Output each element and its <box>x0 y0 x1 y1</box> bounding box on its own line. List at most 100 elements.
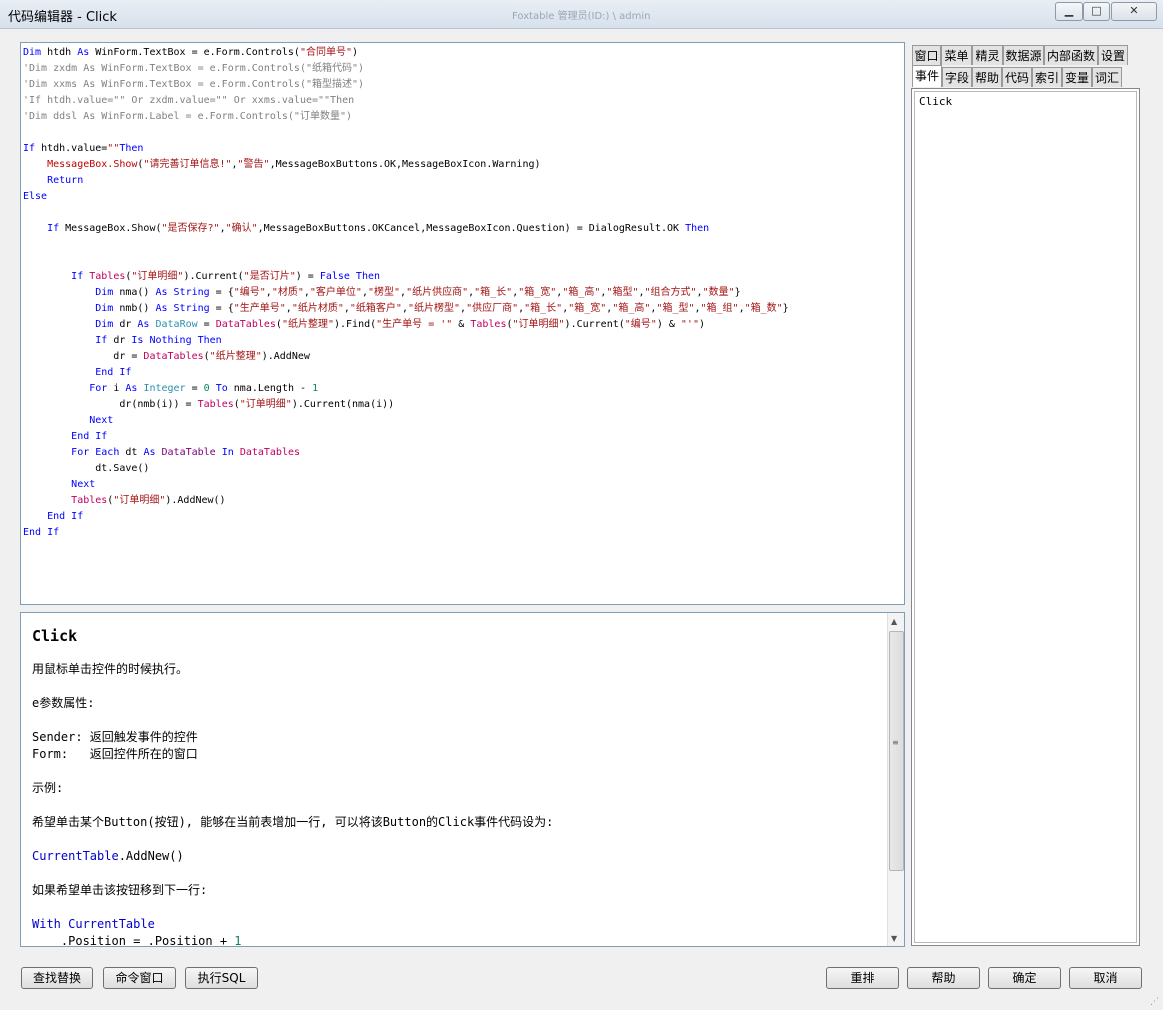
tab-row2-1[interactable]: 字段 <box>942 67 972 87</box>
code-editor[interactable]: Dim htdh As WinForm.TextBox = e.Form.Con… <box>20 42 905 605</box>
code-line[interactable]: Return <box>23 173 904 189</box>
code-line[interactable]: End If <box>23 525 904 541</box>
code-line[interactable]: dr = DataTables("纸片整理").AddNew <box>23 349 904 365</box>
code-line[interactable]: Dim nmb() As String = {"生产单号","纸片材质","纸箱… <box>23 301 904 317</box>
code-line[interactable]: Next <box>23 477 904 493</box>
code-token: "订单明细" <box>131 271 184 282</box>
scroll-thumb[interactable] <box>889 631 904 871</box>
code-line[interactable]: MessageBox.Show("请完善订单信息!","警告",MessageB… <box>23 157 904 173</box>
code-token: "箱_宽" <box>568 303 607 314</box>
tab-row2-6[interactable]: 词汇 <box>1092 67 1122 87</box>
command-window-button[interactable]: 命令窗口 <box>103 967 176 989</box>
help-line-rest: .AddNew() <box>118 849 184 863</box>
code-token: DataTable <box>161 447 216 458</box>
code-line[interactable]: 'If htdh.value="" Or zxdm.value="" Or xx… <box>23 93 904 109</box>
code-token: End If <box>23 527 60 538</box>
code-token: ).AddNew <box>261 351 310 362</box>
code-line[interactable]: 'Dim ddsl As WinForm.Label = e.Form.Cont… <box>23 109 904 125</box>
code-token: "纸片供应商" <box>406 287 469 298</box>
scroll-up-icon[interactable]: ▲ <box>891 617 897 626</box>
code-line[interactable]: End If <box>23 365 904 381</box>
code-line[interactable]: Tables("订单明细").AddNew() <box>23 493 904 509</box>
find-replace-button[interactable]: 查找替换 <box>21 967 93 989</box>
code-line[interactable] <box>23 205 904 221</box>
tab-row2-5[interactable]: 变量 <box>1062 67 1092 87</box>
scroll-down-icon[interactable]: ▼ <box>891 934 897 943</box>
help-line: 如果希望单击该按钮移到下一行: <box>32 882 882 899</box>
code-token: "请完善订单信息!" <box>143 159 232 170</box>
code-line[interactable] <box>23 237 904 253</box>
code-token: = { <box>209 287 234 298</box>
code-token: ) <box>698 319 705 330</box>
code-line[interactable]: 'Dim xxms As WinForm.TextBox = e.Form.Co… <box>23 77 904 93</box>
code-line[interactable]: If htdh.value=""Then <box>23 141 904 157</box>
help-line-text: Sender: 返回触发事件的控件 <box>32 730 198 744</box>
code-line[interactable]: Next <box>23 413 904 429</box>
code-token: "纸片楞型" <box>407 303 461 314</box>
code-line[interactable]: If Tables("订单明细").Current("是否订片") = Fals… <box>23 269 904 285</box>
code-token: } <box>734 287 741 298</box>
code-token: "订单明细" <box>512 319 565 330</box>
tab-row2-3[interactable]: 代码 <box>1002 67 1032 87</box>
code-line[interactable]: dt.Save() <box>23 461 904 477</box>
tab-row2-0[interactable]: 事件 <box>912 65 942 87</box>
maximize-button[interactable]: □ <box>1083 2 1110 21</box>
code-line[interactable]: Dim htdh As WinForm.TextBox = e.Form.Con… <box>23 45 904 61</box>
ok-button[interactable]: 确定 <box>988 967 1061 989</box>
code-token: "编号" <box>624 319 657 330</box>
close-button[interactable]: ✕ <box>1111 2 1157 21</box>
code-line[interactable]: Else <box>23 189 904 205</box>
help-line-text: CurrentTable <box>32 849 119 863</box>
code-token: As <box>77 47 90 58</box>
code-token: dr <box>107 335 132 346</box>
code-line[interactable]: End If <box>23 429 904 445</box>
help-line-text: With CurrentTable <box>32 917 155 931</box>
code-token: htdh.value= <box>35 143 108 154</box>
tab-row1-1[interactable]: 菜单 <box>941 45 972 65</box>
code-line[interactable]: For Each dt As DataTable In DataTables <box>23 445 904 461</box>
help-line-number: 1 <box>234 934 242 947</box>
code-token: Dim <box>23 47 42 58</box>
title-bar[interactable]: 代码编辑器 - Click Foxtable 管理员(ID:) \ admin … <box>0 0 1163 29</box>
code-token: In <box>221 447 234 458</box>
code-token: ).AddNew() <box>165 495 226 506</box>
resize-grip-icon[interactable]: ⋰ <box>1150 997 1159 1007</box>
code-token: dr = <box>23 351 144 362</box>
code-line[interactable]: Dim nma() As String = {"编号","材质","客户单位",… <box>23 285 904 301</box>
code-line[interactable]: End If <box>23 509 904 525</box>
cancel-button[interactable]: 取消 <box>1069 967 1142 989</box>
tab-row1-5[interactable]: 设置 <box>1098 45 1128 65</box>
code-line[interactable]: 'Dim zxdm As WinForm.TextBox = e.Form.Co… <box>23 61 904 77</box>
code-line[interactable] <box>23 125 904 141</box>
tab-row1-3[interactable]: 数据源 <box>1003 45 1044 65</box>
help-button[interactable]: 帮助 <box>907 967 980 989</box>
tab-row2-2[interactable]: 帮助 <box>972 67 1002 87</box>
code-line[interactable]: Dim dr As DataRow = DataTables("纸片整理").F… <box>23 317 904 333</box>
tab-row2-4[interactable]: 索引 <box>1032 67 1062 87</box>
code-line[interactable]: If MessageBox.Show("是否保存?","确认",MessageB… <box>23 221 904 237</box>
tab-row1-4[interactable]: 内部函数 <box>1044 45 1098 65</box>
code-token: dt <box>119 447 144 458</box>
code-line[interactable]: dr(nmb(i)) = Tables("订单明细").Current(nma(… <box>23 397 904 413</box>
code-token: If <box>23 143 36 154</box>
code-line[interactable] <box>23 253 904 269</box>
code-line[interactable]: If dr Is Nothing Then <box>23 333 904 349</box>
code-token: MessageBox.Show( <box>59 223 162 234</box>
code-text[interactable]: Dim htdh As WinForm.TextBox = e.Form.Con… <box>21 43 904 541</box>
code-token: "纸片整理" <box>209 351 262 362</box>
rearrange-button[interactable]: 重排 <box>826 967 899 989</box>
tab-row1-0[interactable]: 窗口 <box>912 45 941 65</box>
tab-row1-2[interactable]: 精灵 <box>972 45 1003 65</box>
help-scrollbar[interactable]: ▲ ≡ ▼ <box>887 613 904 946</box>
minimize-button[interactable]: ▁ <box>1055 2 1083 21</box>
exec-sql-button[interactable]: 执行SQL <box>185 967 258 989</box>
code-token: End If <box>47 511 84 522</box>
code-token: DataTables <box>215 319 276 330</box>
event-item-click[interactable]: Click <box>919 95 952 108</box>
code-line[interactable]: For i As Integer = 0 To nma.Length - 1 <box>23 381 904 397</box>
